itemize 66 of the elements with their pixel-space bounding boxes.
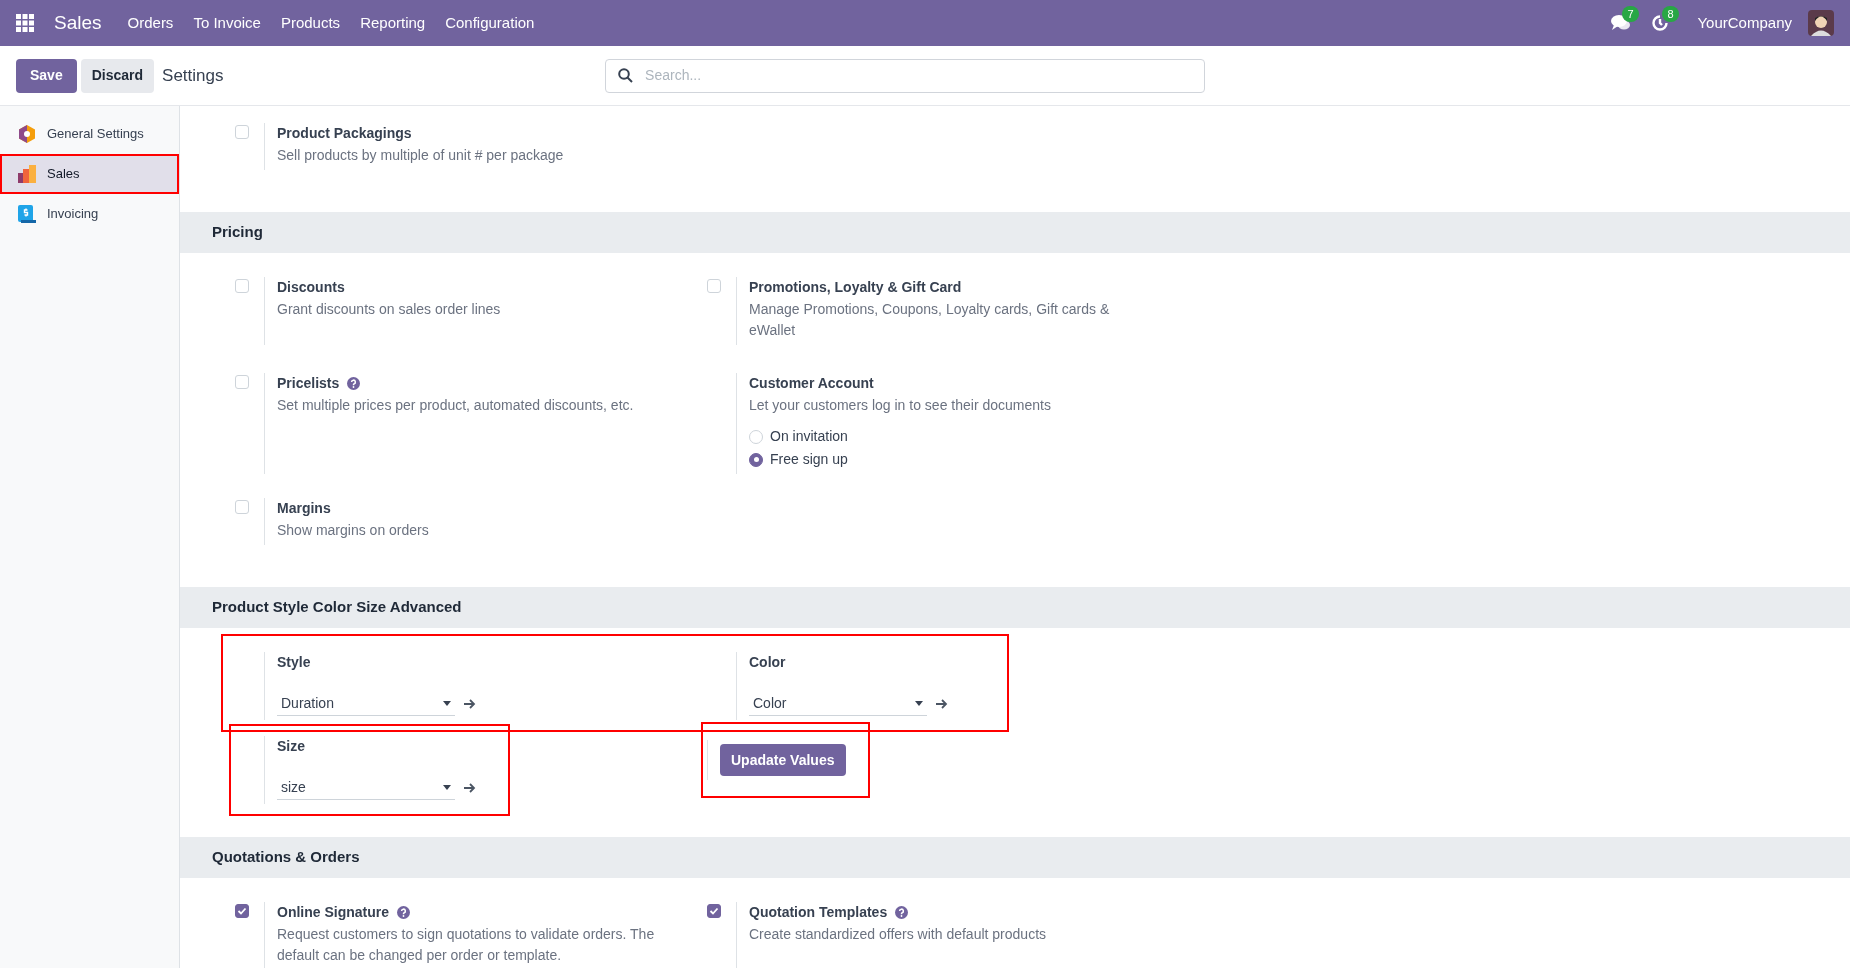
help-icon[interactable] [347, 377, 361, 390]
count-badge: 8 [1662, 6, 1679, 22]
setting-title: Promotions, Loyalty & Gift Card [749, 278, 962, 297]
checkmark-icon [237, 906, 247, 916]
setting-description: Request customers to sign quotations to validate orders. The default can be changed per order or template. [277, 925, 656, 965]
company-name[interactable]: YourCompany [1697, 11, 1792, 35]
app-name[interactable]: Sales [54, 8, 102, 38]
checkbox[interactable] [707, 904, 721, 918]
menu-item[interactable]: Reporting [350, 11, 436, 35]
setting-title: Pricelists [277, 374, 340, 393]
app-icon [17, 124, 37, 144]
section-title: Quotations & Orders [212, 847, 360, 868]
dropdown-field[interactable]: Color [749, 691, 927, 716]
section-title: Product Style Color Size Advanced [212, 597, 462, 618]
radio-option[interactable]: On invitation [749, 426, 1129, 447]
help-icon[interactable] [895, 906, 909, 919]
dropdown-field[interactable]: Duration [277, 691, 455, 716]
setting-description: Set multiple prices per product, automated discounts, etc. [277, 396, 635, 415]
caret-icon [443, 784, 451, 790]
radio-option[interactable]: Free sign up [749, 449, 1129, 470]
search-icon [618, 68, 634, 83]
checkbox[interactable] [235, 904, 249, 918]
app-icon [17, 164, 37, 184]
section-title: Pricing [212, 222, 263, 243]
clock-icon[interactable] [1651, 14, 1670, 32]
setting-title: Product Packagings [277, 124, 412, 143]
app-icon [17, 204, 37, 224]
setting-description: Let your customers log in to see their documents [749, 396, 1052, 415]
count-badge: 7 [1622, 6, 1639, 22]
setting-description: Manage Promotions, Coupons, Loyalty cards, Gift cards & eWallet [749, 300, 1111, 340]
dropdown-field[interactable]: size [277, 775, 455, 800]
setting-description: Create standardized offers with default products [749, 925, 1048, 944]
arrow-right-icon[interactable] [463, 697, 476, 710]
apps-menu-icon[interactable] [16, 14, 34, 32]
setting-title: Quotation Templates [749, 903, 888, 922]
setting-title: Online Signature [277, 903, 389, 922]
discard-button[interactable]: Discard [80, 58, 155, 93]
menu-item[interactable]: Configuration [435, 11, 545, 35]
setting-description: Sell products by multiple of unit # per package [277, 146, 565, 165]
menu-item[interactable]: To Invoice [183, 11, 271, 35]
caret-icon [915, 700, 923, 706]
setting-title: Style [277, 653, 311, 672]
radio-button[interactable] [749, 452, 763, 467]
checkmark-icon [709, 906, 719, 916]
save-button[interactable]: Save [16, 58, 77, 93]
menu-item[interactable]: Orders [117, 11, 184, 35]
setting-description: Show margins on orders [277, 521, 430, 540]
menu-item[interactable]: Products [270, 11, 351, 35]
setting-title: Discounts [277, 278, 345, 297]
setting-title: Size [277, 737, 305, 756]
sidebar-item[interactable]: General Settings [0, 114, 179, 154]
update-values-button[interactable]: Upadate Values [720, 744, 846, 776]
search-field[interactable]: Search... [605, 58, 1206, 93]
breadcrumb: Settings [162, 64, 225, 87]
search-input[interactable]: Search... [645, 65, 1193, 86]
sidebar-item[interactable]: Invoicing [0, 194, 179, 234]
setting-title: Color [749, 653, 786, 672]
arrow-right-icon[interactable] [935, 697, 948, 710]
setting-description: Grant discounts on sales order lines [277, 300, 502, 319]
avatar-icon[interactable] [1808, 10, 1834, 36]
setting-title: Customer Account [749, 374, 874, 393]
help-icon[interactable] [397, 906, 410, 919]
setting-title: Margins [277, 499, 331, 518]
caret-icon [443, 700, 451, 706]
arrow-right-icon[interactable] [463, 781, 476, 794]
sidebar-item[interactable]: Sales [0, 154, 179, 194]
